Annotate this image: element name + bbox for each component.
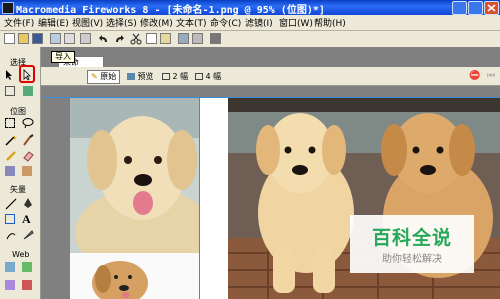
view-tab-4up[interactable]: 4 幅 <box>191 70 225 84</box>
align-icon[interactable] <box>210 33 221 44</box>
pen-icon: ✎ <box>91 72 98 81</box>
two-up-icon <box>162 73 170 80</box>
freeform-tool-icon[interactable] <box>5 229 17 244</box>
brush-tool-icon[interactable] <box>22 134 34 149</box>
tools-section-bitmap: 位图 <box>10 107 26 116</box>
open-folder-icon[interactable] <box>18 33 29 44</box>
window-title: Macromedia Fireworks 8 - [未命名-1.png @ 95… <box>16 5 325 16</box>
view-tab-preview-label: 预览 <box>137 72 154 81</box>
puppy-photo-small[interactable] <box>70 253 200 299</box>
tool-highlight-box <box>19 65 35 83</box>
view-tab-4up-label: 4 幅 <box>205 72 222 81</box>
print-icon[interactable] <box>80 33 91 44</box>
pencil-tool-icon[interactable] <box>5 150 17 165</box>
watermark-logo: 百科全说 助你轻松解决 <box>350 215 474 273</box>
eraser-tool-icon[interactable] <box>22 150 34 165</box>
line-tool-icon[interactable] <box>5 198 17 213</box>
view-tab-original-label: 原始 <box>100 72 117 81</box>
undo-icon[interactable] <box>98 33 110 48</box>
hide-slices-icon[interactable] <box>5 280 15 290</box>
paste-icon[interactable] <box>160 33 171 44</box>
import-icon[interactable] <box>50 33 61 44</box>
preview-icon <box>127 73 135 80</box>
scale-tool-icon[interactable] <box>5 86 15 96</box>
rectangle-tool-icon[interactable] <box>5 214 15 224</box>
magic-wand-tool-icon[interactable] <box>5 134 17 149</box>
main-toolbar <box>0 31 500 48</box>
export-icon[interactable] <box>64 33 75 44</box>
menu-command[interactable]: 命令(C) <box>210 16 241 29</box>
view-tab-original[interactable]: ✎ 原始 <box>87 70 121 84</box>
blur-tool-icon[interactable] <box>5 166 15 176</box>
menu-text[interactable]: 文本(T) <box>176 16 207 29</box>
watermark-title: 百科全说 <box>371 227 452 249</box>
menu-help[interactable]: 帮助(H) <box>314 16 346 29</box>
puppy-photo-left[interactable] <box>70 98 200 253</box>
knife-tool-icon[interactable] <box>22 229 34 244</box>
menu-view[interactable]: 视图(V) <box>72 16 103 29</box>
tools-section-web: Web <box>12 250 30 259</box>
copy-icon[interactable] <box>146 33 157 44</box>
import-tooltip: 导入 <box>51 51 75 63</box>
menu-file[interactable]: 文件(F) <box>4 16 34 29</box>
title-bar: Macromedia Fireworks 8 - [未命名-1.png @ 95… <box>0 0 500 16</box>
view-tab-preview[interactable]: 预览 <box>123 70 158 84</box>
stop-icon[interactable]: ⛔ <box>469 71 480 81</box>
save-icon[interactable] <box>32 33 43 44</box>
ungroup-icon[interactable] <box>192 33 203 44</box>
group-icon[interactable] <box>178 33 189 44</box>
crop-tool-icon[interactable] <box>23 86 33 96</box>
menu-select[interactable]: 选择(S) <box>106 16 137 29</box>
minimize-button[interactable] <box>452 1 467 15</box>
pen-tool-icon[interactable] <box>22 197 34 212</box>
menu-filters[interactable]: 滤镜(I) <box>245 16 273 29</box>
slice-tool-icon[interactable] <box>22 262 32 272</box>
prev-frame-icon[interactable]: ⏮ <box>487 71 495 81</box>
view-tab-2up[interactable]: 2 幅 <box>158 70 192 84</box>
view-tab-2up-label: 2 幅 <box>172 72 189 81</box>
show-slices-icon[interactable] <box>22 280 32 290</box>
close-icon <box>487 4 496 12</box>
maximize-button[interactable] <box>468 1 483 15</box>
rubber-stamp-tool-icon[interactable] <box>22 166 32 176</box>
lasso-tool-icon[interactable] <box>22 117 34 132</box>
four-up-icon <box>195 73 203 80</box>
close-button[interactable] <box>484 1 499 15</box>
tools-section-vector: 矢量 <box>10 185 26 194</box>
hotspot-tool-icon[interactable] <box>5 262 15 272</box>
fireworks-app-icon[interactable] <box>2 2 14 14</box>
watermark-subtitle: 助你轻松解决 <box>382 254 442 265</box>
view-bar: ✎ 原始 预览 2 幅 4 幅 ⛔ ⏮ ▶ ⏭ <box>41 67 500 86</box>
menu-edit[interactable]: 编辑(E) <box>38 16 69 29</box>
pointer-tool-icon[interactable] <box>5 69 15 84</box>
text-tool-icon[interactable]: A <box>22 212 31 227</box>
selection-guide-horizontal <box>41 97 500 98</box>
new-file-icon[interactable] <box>4 33 15 44</box>
redo-icon[interactable] <box>113 33 125 48</box>
marquee-tool-icon[interactable] <box>5 118 15 128</box>
menu-window[interactable]: 窗口(W) <box>279 16 313 29</box>
cut-icon[interactable] <box>130 33 142 48</box>
menu-modify[interactable]: 修改(M) <box>140 16 173 29</box>
selection-guide-vertical <box>199 95 200 299</box>
menu-bar: 文件(F) 编辑(E) 视图(V) 选择(S) 修改(M) 文本(T) 命令(C… <box>0 15 500 31</box>
